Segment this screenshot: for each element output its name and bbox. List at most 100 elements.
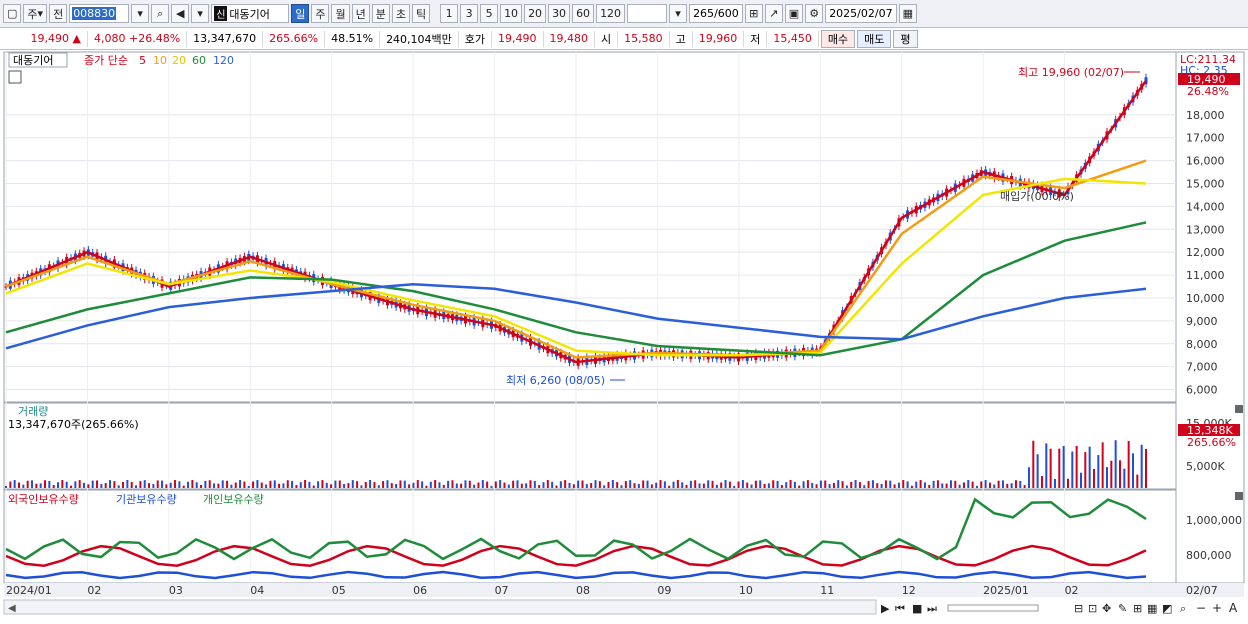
volume-bar <box>858 482 861 488</box>
y-tick-label: 15,000 <box>1186 177 1225 190</box>
stock-name-field[interactable]: 신 대동기어 <box>211 4 290 23</box>
volume-bar <box>581 480 584 488</box>
volume-bar <box>906 481 909 488</box>
font-size-icon[interactable]: A <box>1229 601 1238 615</box>
fit-icon[interactable]: ⊞ <box>1133 602 1142 615</box>
holding-tick-1000000: 1,000,000 <box>1186 514 1242 527</box>
pencil-icon[interactable]: ✎ <box>1118 602 1127 615</box>
play-icon[interactable]: ▶ <box>881 602 890 615</box>
save-icon[interactable]: ▣ <box>784 4 804 23</box>
minus-zoom-icon[interactable]: ⊟ <box>1074 602 1083 615</box>
volume-bar <box>308 481 311 488</box>
period-tick[interactable]: 틱 <box>411 4 431 23</box>
interval-20[interactable]: 20 <box>524 4 547 23</box>
eval-button[interactable]: 평 <box>893 29 918 48</box>
rewind-icon[interactable]: ⏮ <box>895 602 905 615</box>
lock-icon[interactable]: ⊡ <box>1088 602 1097 615</box>
volume-bar <box>1079 472 1082 488</box>
volume-bar <box>949 480 952 488</box>
volume-bar <box>351 480 354 488</box>
interval-60[interactable]: 60 <box>572 4 595 23</box>
candle-icon[interactable]: ⊞ <box>744 4 763 23</box>
volume-close-icon[interactable] <box>1235 405 1243 413</box>
zoom-out-icon[interactable]: − <box>1196 601 1206 615</box>
high-label: 고 <box>670 30 693 47</box>
period-day[interactable]: 일 <box>291 4 310 23</box>
zoom-in-icon[interactable]: + <box>1212 601 1222 615</box>
interval-dropdown-icon[interactable]: ▾ <box>669 4 688 23</box>
volume-bar <box>429 481 432 488</box>
image-icon[interactable]: ◩ <box>1162 602 1172 615</box>
volume-bar <box>689 480 692 488</box>
holding-close-icon[interactable] <box>1235 492 1243 500</box>
period-week[interactable]: 주 <box>311 4 330 23</box>
stock-chart[interactable]: 대동기어 종가 단순 5 10 20 60 120 최고 19,960 (02/… <box>0 51 1248 621</box>
speaker-icon[interactable]: ◀ <box>171 4 190 23</box>
volume-bar <box>343 484 346 488</box>
volume-bar <box>815 484 818 488</box>
forward-icon[interactable]: ⏭ <box>927 602 937 615</box>
sell-button[interactable]: 매도 <box>857 29 892 48</box>
search-icon[interactable]: ⌕ <box>151 4 170 23</box>
volume-bar <box>854 480 857 488</box>
count-input[interactable]: 265/600 <box>689 4 743 23</box>
hand-icon[interactable]: ✥ <box>1102 602 1111 615</box>
speed-slider[interactable] <box>947 604 1039 612</box>
chart-area[interactable]: 대동기어 종가 단순 5 10 20 60 120 최고 19,960 (02/… <box>0 51 1248 621</box>
volume-bar <box>1006 483 1009 488</box>
calendar-icon[interactable]: ▦ <box>898 4 917 23</box>
volume-bar <box>399 480 402 488</box>
code-dropdown-icon[interactable]: ▾ <box>131 4 150 23</box>
volume-bar <box>213 483 216 488</box>
stock-code-input[interactable]: 008830 <box>69 4 130 23</box>
interval-3[interactable]: 3 <box>460 4 479 23</box>
date-input[interactable]: 2025/02/07 <box>825 4 897 23</box>
period-minute[interactable]: 분 <box>371 4 390 23</box>
volume-bar <box>516 480 519 488</box>
window-icon[interactable]: ▢ <box>3 4 22 23</box>
volume-bar <box>178 481 181 488</box>
volume-bar <box>65 481 68 488</box>
volume-bar <box>481 480 484 488</box>
volume-bar <box>750 484 753 488</box>
interval-10[interactable]: 10 <box>500 4 523 23</box>
volume-bar <box>663 481 666 488</box>
horizontal-scrollbar[interactable] <box>3 599 877 615</box>
period-second[interactable]: 초 <box>391 4 410 23</box>
volume-bar <box>650 484 653 488</box>
buy-button[interactable]: 매수 <box>820 29 856 48</box>
volume-bar <box>594 480 597 488</box>
zoom-search-icon[interactable]: ⌕ <box>1180 602 1186 615</box>
volume-bar <box>711 480 714 488</box>
period-month[interactable]: 월 <box>331 4 350 23</box>
volume-bar <box>1123 468 1126 488</box>
volume-bar <box>1084 452 1087 488</box>
volume-bar <box>811 482 814 488</box>
gear-icon[interactable]: ⚙ <box>805 4 824 23</box>
type-select[interactable]: 주 ▾ <box>23 4 48 23</box>
x-tick-label: 04 <box>250 584 264 597</box>
draw-icon[interactable]: ↗ <box>764 4 783 23</box>
period-year[interactable]: 년 <box>351 4 370 23</box>
scroll-left-icon[interactable]: ◀ <box>8 603 16 614</box>
stop-icon[interactable]: ■ <box>912 602 922 615</box>
table-icon[interactable]: ▦ <box>1147 602 1157 615</box>
speaker-dropdown-icon[interactable]: ▾ <box>191 4 210 23</box>
volume-bar <box>1053 479 1056 488</box>
grid-toggle-icon[interactable] <box>8 70 22 84</box>
ma-60-label: 60 <box>192 54 206 67</box>
volume-bar <box>871 480 874 488</box>
volume-bar <box>325 482 328 488</box>
x-tick-label: 10 <box>739 584 753 597</box>
volume-bar <box>243 481 246 488</box>
prev-button[interactable]: 전 <box>49 4 68 23</box>
volume-bar <box>837 480 840 488</box>
volume-bar <box>503 482 506 488</box>
interval-1[interactable]: 1 <box>440 4 459 23</box>
volume-bar <box>347 483 350 488</box>
volume-bar <box>936 480 939 488</box>
interval-custom-input[interactable] <box>627 4 668 23</box>
interval-5[interactable]: 5 <box>480 4 499 23</box>
interval-30[interactable]: 30 <box>548 4 571 23</box>
interval-120[interactable]: 120 <box>596 4 626 23</box>
